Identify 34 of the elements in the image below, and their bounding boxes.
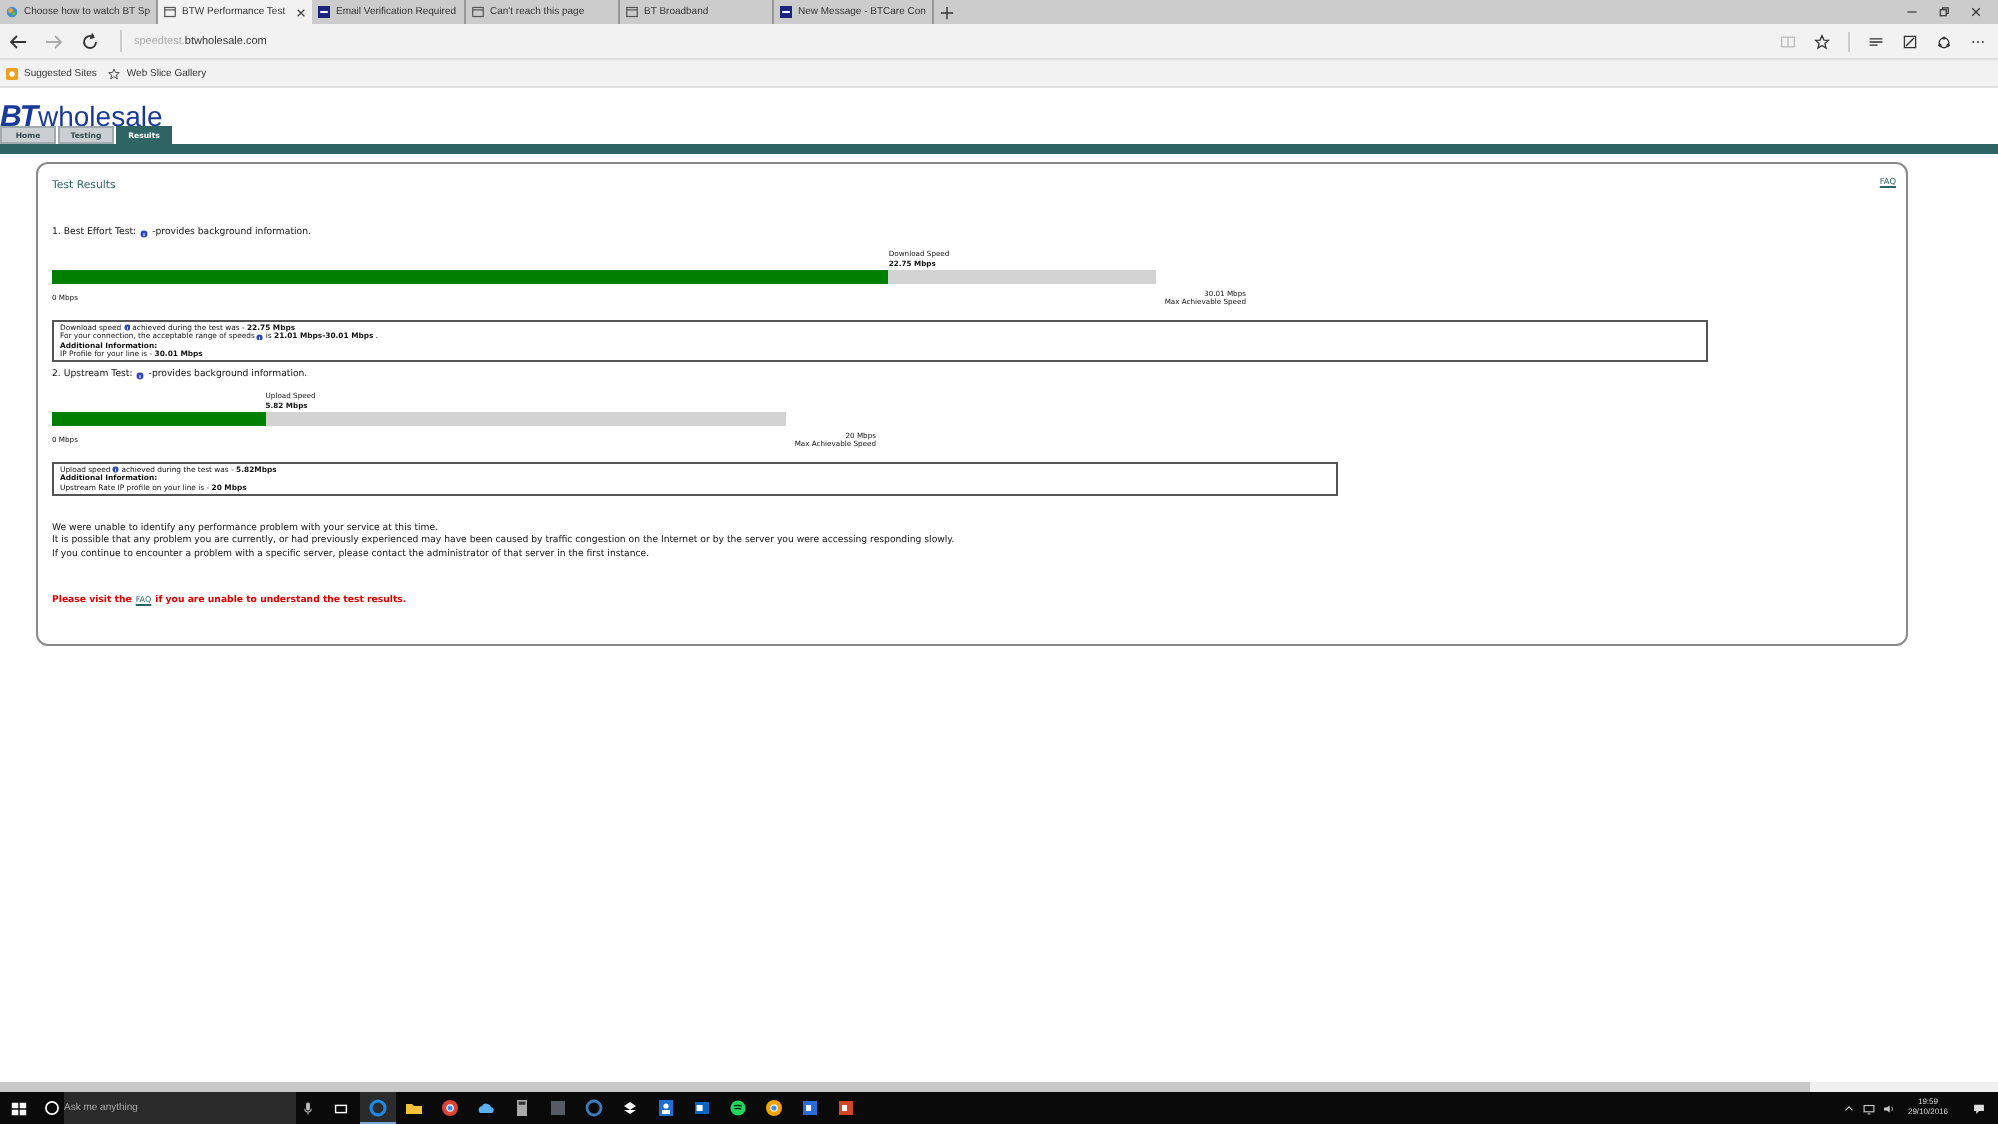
colorful-icon bbox=[6, 6, 18, 18]
minimize-icon[interactable] bbox=[1906, 6, 1918, 18]
refresh-icon[interactable] bbox=[80, 31, 100, 51]
info-icon[interactable] bbox=[136, 371, 145, 379]
task-view-icon[interactable] bbox=[332, 1099, 350, 1117]
microphone-icon[interactable] bbox=[300, 1100, 316, 1116]
notification-icon[interactable] bbox=[1972, 1101, 1986, 1115]
lines-icon[interactable] bbox=[1868, 33, 1884, 49]
star-icon[interactable] bbox=[1814, 33, 1830, 49]
star-icon bbox=[108, 67, 121, 79]
page-icon bbox=[472, 6, 484, 18]
info-icon[interactable] bbox=[256, 333, 264, 341]
square-dot-icon bbox=[6, 67, 18, 79]
back-icon[interactable] bbox=[8, 31, 28, 51]
windows-icon[interactable] bbox=[10, 1099, 28, 1117]
restore-icon[interactable] bbox=[1938, 6, 1950, 18]
chevron-up-icon[interactable] bbox=[1841, 1101, 1856, 1115]
circle-icon bbox=[44, 1100, 60, 1116]
info-icon[interactable] bbox=[112, 466, 120, 474]
info-icon[interactable] bbox=[123, 324, 131, 332]
close-icon[interactable] bbox=[1970, 6, 1982, 18]
new-tab-icon[interactable] bbox=[939, 5, 954, 19]
page-icon bbox=[164, 6, 176, 18]
info-icon[interactable] bbox=[140, 229, 149, 237]
page-icon bbox=[626, 6, 638, 18]
monitor-icon[interactable] bbox=[1861, 1101, 1876, 1115]
close-tab-icon[interactable] bbox=[296, 7, 306, 17]
horizontal-scrollbar[interactable] bbox=[0, 1082, 1998, 1092]
pen-square-icon[interactable] bbox=[1902, 33, 1918, 49]
share-icon[interactable] bbox=[1936, 33, 1952, 49]
site-logo[interactable]: BTwholesale bbox=[0, 102, 1998, 132]
speaker-icon[interactable] bbox=[1881, 1101, 1896, 1115]
bt-logo-icon bbox=[780, 6, 792, 18]
bt-logo-icon bbox=[318, 6, 330, 18]
